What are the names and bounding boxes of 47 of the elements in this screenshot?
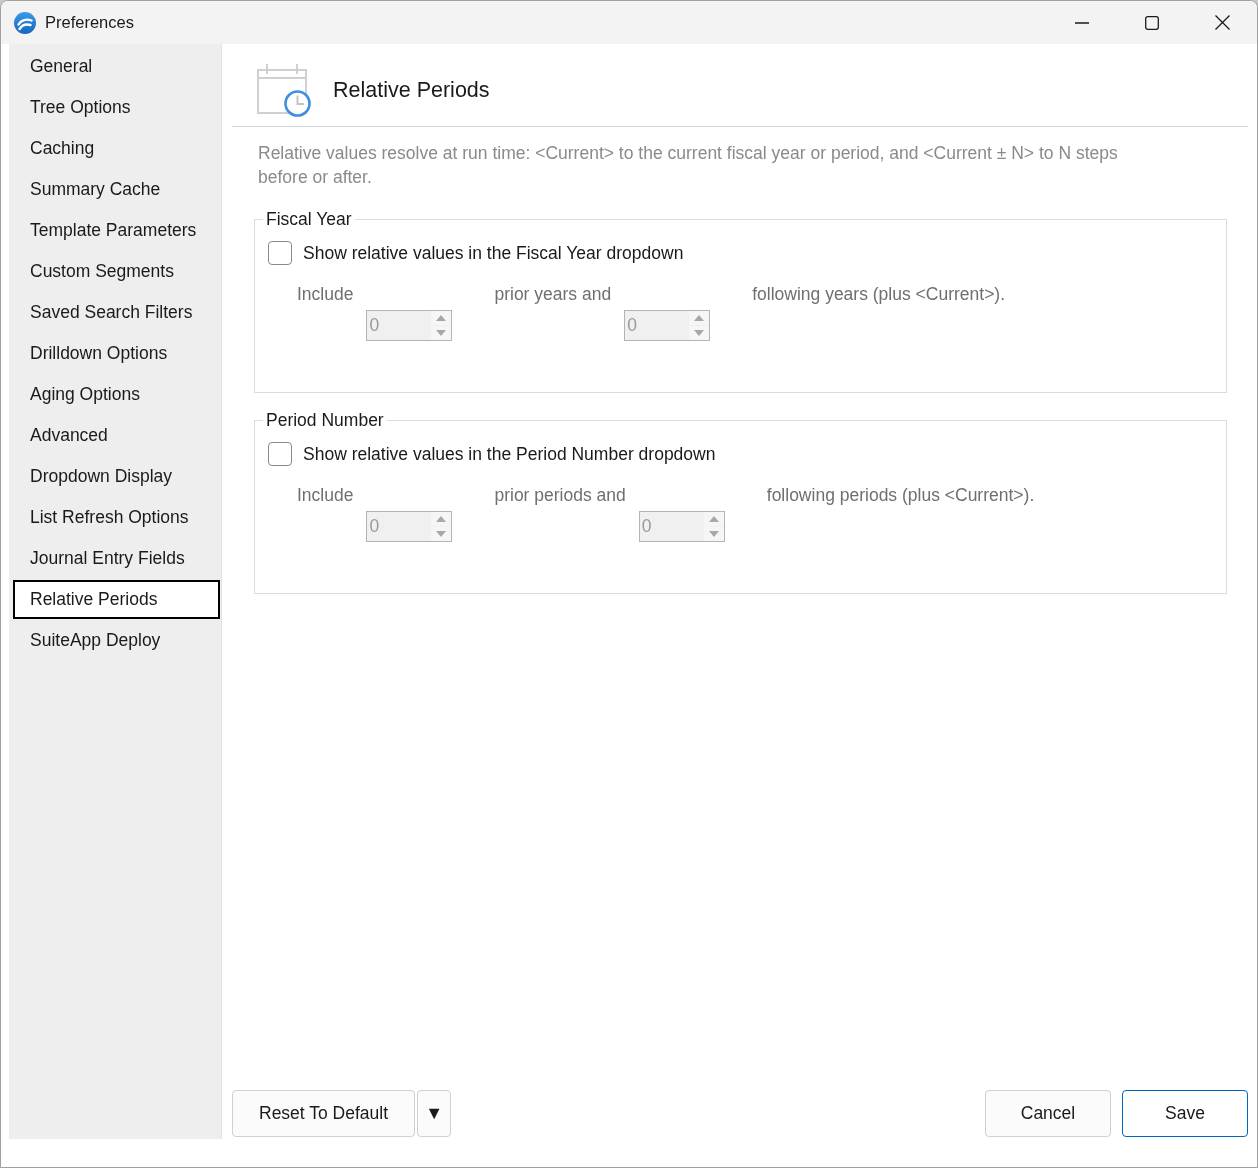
sidebar-item[interactable]: Journal Entry Fields (13, 539, 220, 578)
sidebar-item[interactable]: Saved Search Filters (13, 293, 220, 332)
caret-down-icon[interactable] (431, 326, 452, 340)
app-logo-icon (14, 11, 36, 34)
range-label: Include (297, 485, 354, 505)
range-label: prior periods and (494, 485, 626, 505)
minimize-icon (1075, 21, 1089, 24)
sidebar-item[interactable]: Aging Options (13, 375, 220, 414)
sidebar-item[interactable]: List Refresh Options (13, 498, 220, 537)
checkbox-label: Show relative values in the Fiscal Year dropdown (303, 243, 684, 263)
description-text: Relative values resolve at run time: <Current> to the current fiscal year or period, and <Current ± N> to N steps before or after. (258, 142, 1119, 189)
range-label: following periods (plus <Current>). (766, 485, 1035, 505)
close-icon (1214, 15, 1230, 30)
cancel-button[interactable]: Cancel (985, 1090, 1111, 1137)
caret-up-icon[interactable] (689, 311, 710, 325)
sidebar-item[interactable]: Relative Periods (13, 580, 220, 619)
sidebar-item[interactable]: Tree Options (13, 88, 220, 127)
sidebar-item[interactable]: General (13, 47, 220, 86)
group-title: Fiscal Year (265, 209, 353, 229)
window-title: Preferences (45, 13, 134, 32)
group-title: Period Number (265, 410, 385, 430)
checkbox-label: Show relative values in the Period Number dropdown (303, 444, 716, 464)
save-button[interactable]: Save (1122, 1090, 1248, 1137)
page-title: Relative Periods (333, 77, 490, 103)
range-label: Include (297, 284, 354, 304)
caret-up-icon[interactable] (431, 512, 452, 526)
calendar-clock-icon (257, 63, 311, 117)
maximize-icon (1145, 15, 1159, 30)
caret-down-icon[interactable] (703, 527, 724, 541)
caret-down-icon[interactable] (431, 527, 452, 541)
checkbox[interactable] (268, 442, 292, 466)
reset-button[interactable]: Reset To Default (232, 1090, 416, 1137)
dropdown-button[interactable]: ▼ (417, 1090, 452, 1137)
caret-up-icon[interactable] (431, 311, 452, 325)
sidebar-item[interactable]: Summary Cache (13, 170, 220, 209)
sidebar-item[interactable]: SuiteApp Deploy (13, 621, 220, 660)
checkbox[interactable] (268, 241, 292, 265)
sidebar-item[interactable]: Dropdown Display (13, 457, 220, 496)
sidebar-item[interactable]: Advanced (13, 416, 220, 455)
caret-up-icon[interactable] (703, 512, 724, 526)
range-label: following years (plus <Current>). (752, 284, 1006, 304)
sidebar-item[interactable]: Template Parameters (13, 211, 220, 250)
sidebar-item[interactable]: Custom Segments (13, 252, 220, 291)
range-label: prior years and (494, 284, 612, 304)
caret-down-icon[interactable] (689, 326, 710, 340)
sidebar-item[interactable]: Drilldown Options (13, 334, 220, 373)
sidebar-item[interactable]: Caching (13, 129, 220, 168)
